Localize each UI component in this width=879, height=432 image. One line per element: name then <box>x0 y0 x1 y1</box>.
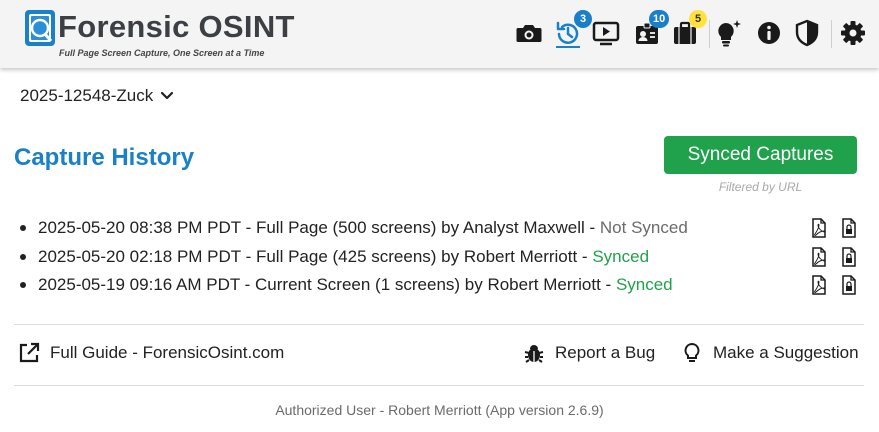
briefcase-count-badge: 5 <box>689 10 707 28</box>
file-lock-icon <box>842 246 856 267</box>
camera-button[interactable] <box>514 18 544 48</box>
report-bug-label: Report a Bug <box>555 343 656 362</box>
video-button[interactable] <box>591 18 621 48</box>
suggestion-link[interactable]: Make a Suggestion <box>681 342 859 364</box>
brand-name: Forensic OSINT <box>58 9 295 44</box>
filter-note: Filtered by URL <box>718 180 803 194</box>
pdf-download-button[interactable] <box>810 275 828 295</box>
lightbulb-sparkle-icon <box>718 20 741 47</box>
external-link-icon <box>19 342 40 363</box>
chevron-down-icon <box>161 91 174 100</box>
capture-item: 2025-05-19 09:16 AM PDT - Current Screen… <box>20 273 870 302</box>
log-download-button[interactable] <box>840 275 858 295</box>
file-lock-icon <box>842 275 856 295</box>
user-info: Authorized User - Robert Merriott (App v… <box>275 402 604 418</box>
sync-status: Synced <box>592 246 650 266</box>
id-badge-count-badge: 10 <box>649 10 670 28</box>
report-bug-link[interactable]: Report a Bug <box>523 342 655 364</box>
footer-divider <box>14 385 864 386</box>
bug-icon <box>524 345 544 363</box>
synced-captures-button[interactable]: Synced Captures <box>664 136 857 174</box>
camera-icon <box>516 25 542 42</box>
bullet <box>20 225 26 231</box>
bullet <box>20 253 26 260</box>
file-lock-icon <box>842 218 856 238</box>
capture-text: 2025-05-20 02:18 PM PDT - Full Page (425… <box>38 246 593 266</box>
sync-status: Not Synced <box>599 218 688 237</box>
capture-text: 2025-05-20 08:38 PM PDT - Full Page (500… <box>38 218 600 237</box>
history-count-badge: 3 <box>574 10 592 28</box>
capture-list: 2025-05-20 08:38 PM PDT - Full Page (500… <box>20 216 870 302</box>
case-selector[interactable]: 2025-12548-Zuck <box>20 86 174 106</box>
settings-button[interactable] <box>838 18 868 48</box>
pdf-file-icon <box>812 246 826 267</box>
app-header: Forensic OSINT Full Page Screen Capture,… <box>0 0 879 68</box>
sync-status: Synced <box>615 275 673 294</box>
lightbulb-icon <box>684 342 700 362</box>
capture-item: 2025-05-20 08:38 PM PDT - Full Page (500… <box>20 216 870 245</box>
video-icon <box>592 21 620 46</box>
pdf-download-button[interactable] <box>810 218 828 238</box>
bullet <box>20 282 26 288</box>
shield-icon <box>795 19 819 47</box>
pdf-file-icon <box>812 275 826 295</box>
info-button[interactable] <box>754 18 784 48</box>
header-separator <box>831 20 832 48</box>
brand-tagline: Full Page Screen Capture, One Screen at … <box>59 48 265 58</box>
shield-button[interactable] <box>792 18 822 48</box>
capture-text: 2025-05-19 09:16 AM PDT - Current Screen… <box>38 275 616 294</box>
section-divider <box>14 324 864 325</box>
info-icon <box>758 22 780 44</box>
gear-icon <box>841 21 865 45</box>
page-title: Capture History <box>14 144 195 171</box>
capture-item: 2025-05-20 02:18 PM PDT - Full Page (425… <box>20 245 870 274</box>
pdf-download-button[interactable] <box>810 246 828 267</box>
log-download-button[interactable] <box>840 218 858 238</box>
full-guide-link[interactable]: Full Guide - ForensicOsint.com <box>18 342 284 364</box>
full-guide-label: Full Guide - ForensicOsint.com <box>50 343 285 362</box>
case-selector-value: 2025-12548-Zuck <box>20 86 154 105</box>
suggestion-label: Make a Suggestion <box>713 343 859 362</box>
lightbulb-button[interactable] <box>713 18 743 48</box>
header-separator <box>709 20 710 48</box>
forensic-osint-logo <box>25 10 55 46</box>
pdf-file-icon <box>812 218 826 238</box>
log-download-button[interactable] <box>840 246 858 267</box>
